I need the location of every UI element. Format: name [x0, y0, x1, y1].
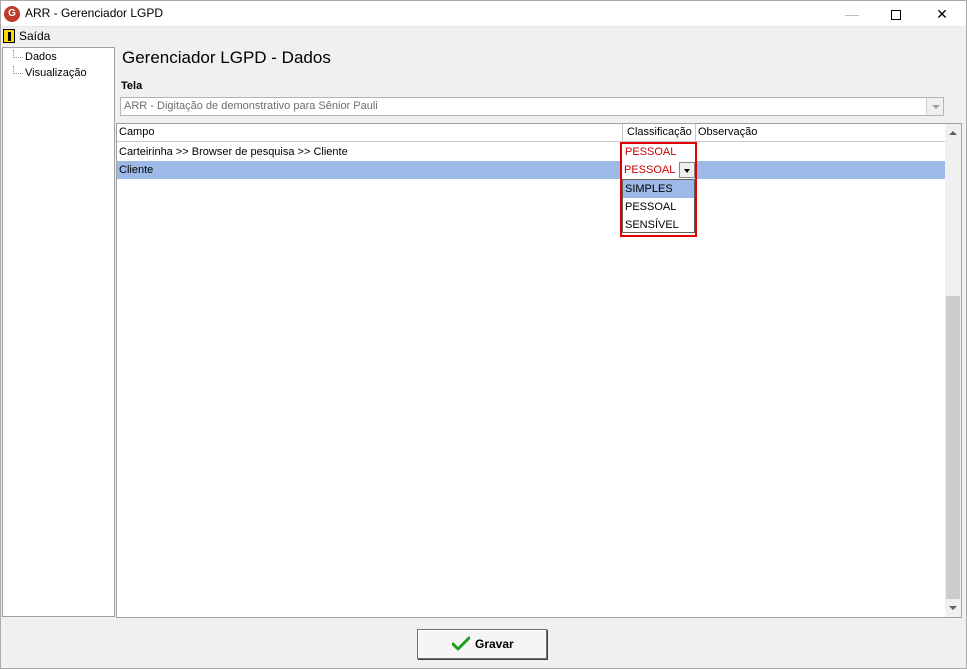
- tela-select-value: ARR - Digitação de demonstrativo para Sê…: [124, 100, 378, 112]
- cell-campo[interactable]: Carteirinha >> Browser de pesquisa >> Cl…: [117, 143, 623, 161]
- cell-campo[interactable]: Cliente: [117, 161, 623, 179]
- scroll-down-icon[interactable]: [945, 600, 961, 617]
- classificacao-dropdown-list: SIMPLES PESSOAL SENSÍVEL: [622, 179, 695, 233]
- window-title: ARR - Gerenciador LGPD: [25, 6, 164, 20]
- app-window: G ARR - Gerenciador LGPD — ✕ Saída Dados…: [0, 0, 967, 669]
- maximize-button[interactable]: [873, 1, 919, 27]
- app-logo-icon: G: [4, 6, 20, 22]
- close-button[interactable]: ✕: [919, 1, 965, 27]
- tree-item-label: Dados: [25, 51, 57, 63]
- vertical-scrollbar[interactable]: [945, 124, 961, 617]
- scrollbar-thumb[interactable]: [946, 296, 960, 599]
- cell-observacao[interactable]: [696, 161, 945, 179]
- tree-item-visualizacao[interactable]: Visualização: [3, 66, 113, 82]
- tree-item-label: Visualização: [25, 67, 87, 79]
- dropdown-option-simples[interactable]: SIMPLES: [623, 180, 694, 198]
- grid-header: Campo Classificação Observação: [117, 124, 945, 142]
- save-button-label: Gravar: [475, 637, 514, 651]
- chevron-down-icon[interactable]: [679, 162, 695, 178]
- tree-connector: [13, 50, 23, 58]
- navigation-tree: Dados Visualização: [2, 47, 115, 617]
- exit-menu-label: Saída: [19, 29, 51, 43]
- maximize-icon: [891, 10, 901, 21]
- tela-label: Tela: [121, 80, 143, 92]
- chevron-down-icon[interactable]: [926, 98, 943, 115]
- classificacao-combobox-value[interactable]: PESSOAL: [624, 161, 675, 179]
- title-bar: G ARR - Gerenciador LGPD — ✕: [1, 1, 966, 27]
- minimize-button[interactable]: —: [829, 1, 875, 27]
- column-header-observacao[interactable]: Observação: [696, 124, 945, 142]
- tree-connector: [13, 66, 23, 74]
- column-header-campo[interactable]: Campo: [117, 124, 623, 142]
- fields-grid: Campo Classificação Observação Carteirin…: [116, 123, 962, 618]
- exit-menu-item[interactable]: Saída: [3, 28, 50, 45]
- page-title: Gerenciador LGPD - Dados: [122, 48, 331, 67]
- dropdown-option-sensivel[interactable]: SENSÍVEL: [623, 216, 694, 234]
- save-button[interactable]: Gravar: [417, 629, 547, 659]
- tree-item-dados[interactable]: Dados: [3, 50, 113, 66]
- menu-bar: Saída: [1, 27, 966, 46]
- cell-observacao[interactable]: [696, 143, 945, 161]
- checkmark-icon: [452, 636, 470, 651]
- cell-classificacao[interactable]: PESSOAL: [623, 143, 696, 161]
- exit-door-icon: [3, 29, 15, 43]
- tela-select[interactable]: ARR - Digitação de demonstrativo para Sê…: [120, 97, 944, 116]
- table-row-selected[interactable]: Cliente: [117, 161, 945, 179]
- dropdown-option-pessoal[interactable]: PESSOAL: [623, 198, 694, 216]
- column-header-classificacao[interactable]: Classificação: [623, 124, 696, 142]
- scroll-up-icon[interactable]: [945, 124, 961, 141]
- table-row[interactable]: Carteirinha >> Browser de pesquisa >> Cl…: [117, 143, 945, 161]
- classificacao-combobox[interactable]: PESSOAL: [622, 161, 695, 179]
